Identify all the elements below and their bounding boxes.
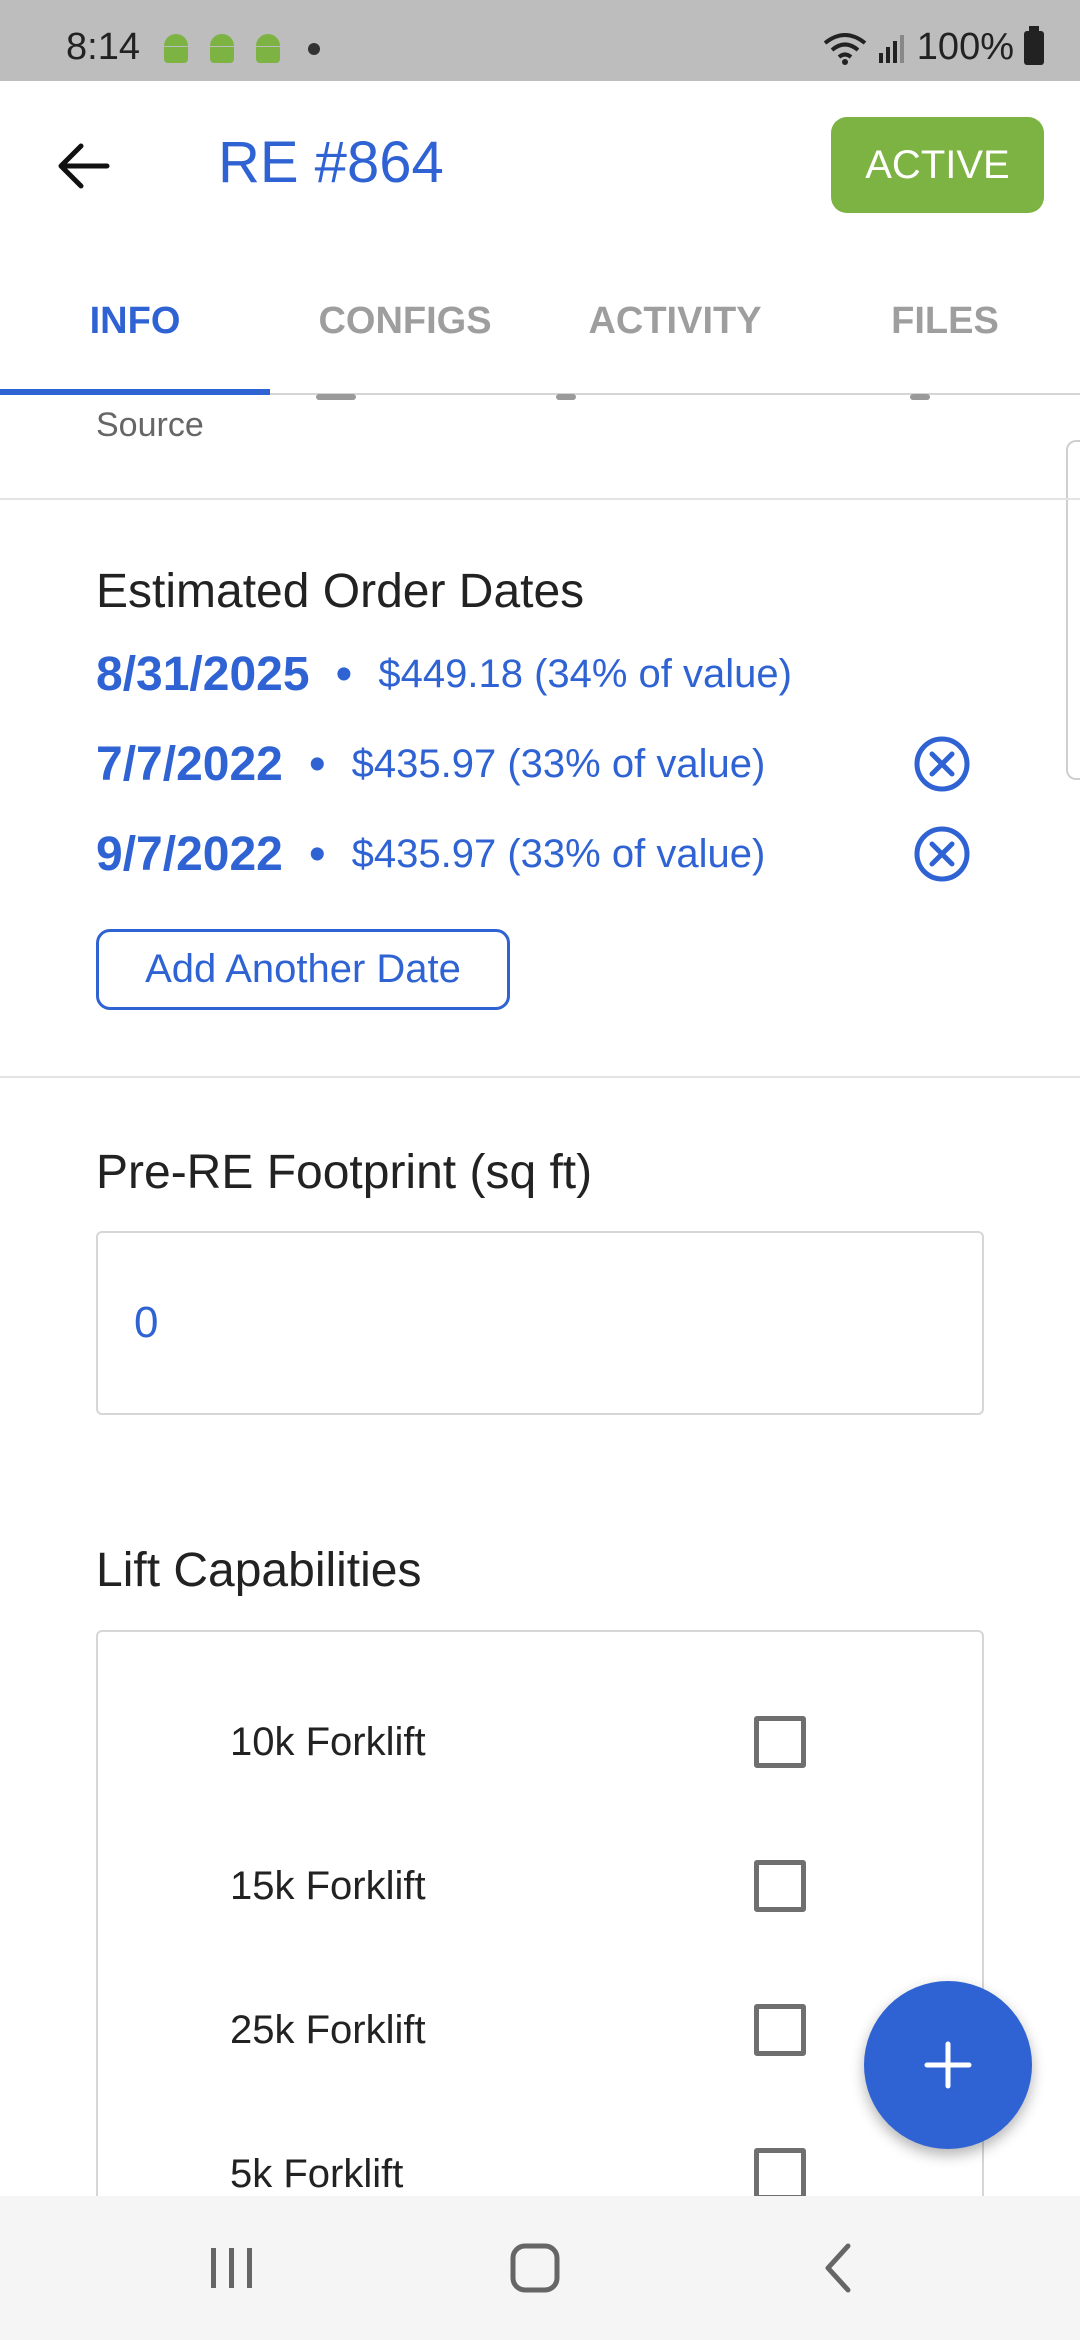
clipped-text <box>556 394 576 400</box>
wifi-icon <box>823 32 867 65</box>
bullet-separator: • <box>308 737 326 791</box>
remove-date-button[interactable] <box>913 735 971 793</box>
android-icon <box>160 34 192 64</box>
notification-icons <box>160 34 320 64</box>
lift-item-label: 10k Forklift <box>230 1720 426 1764</box>
back-button[interactable] <box>48 131 118 201</box>
more-notifications-icon <box>308 43 320 55</box>
lift-capabilities-title: Lift Capabilities <box>96 1544 422 1597</box>
order-date: 8/31/2025 <box>96 647 310 701</box>
status-right: 100% <box>823 25 1044 69</box>
android-update-icon <box>252 34 284 64</box>
list-item[interactable]: 15k Forklift <box>98 1836 982 1936</box>
signal-icon <box>878 34 904 63</box>
list-item[interactable]: 25k Forklift <box>98 1980 982 2080</box>
status-time: 8:14 <box>66 26 140 68</box>
page-title: RE #864 <box>218 130 444 195</box>
tab-activity[interactable]: ACTIVITY <box>540 249 810 393</box>
date-row[interactable]: 9/7/2022 • $435.97 (33% of value) <box>96 819 976 889</box>
list-item[interactable]: 10k Forklift <box>98 1692 982 1792</box>
recent-apps-button[interactable] <box>192 2232 272 2304</box>
recent-apps-icon <box>211 2248 252 2288</box>
lift-checkbox[interactable] <box>754 1716 806 1768</box>
footprint-title: Pre-RE Footprint (sq ft) <box>96 1146 593 1199</box>
add-fab-button[interactable] <box>864 1981 1032 2149</box>
plus-icon <box>924 2041 972 2089</box>
battery-percent: 100% <box>916 26 1014 68</box>
estimated-order-dates-title: Estimated Order Dates <box>96 565 585 618</box>
lift-checkbox[interactable] <box>754 2004 806 2056</box>
bullet-separator: • <box>335 647 353 701</box>
back-icon <box>825 2243 851 2293</box>
lift-checkbox[interactable] <box>754 2148 806 2200</box>
android-icon <box>206 34 238 64</box>
date-row[interactable]: 8/31/2025 • $449.18 (34% of value) <box>96 639 976 709</box>
bullet-separator: • <box>308 827 326 881</box>
tab-info[interactable]: INFO <box>0 249 270 395</box>
clipped-text <box>910 394 930 400</box>
order-date: 7/7/2022 <box>96 737 283 791</box>
arrow-left-icon <box>58 143 110 189</box>
date-row[interactable]: 7/7/2022 • $435.97 (33% of value) <box>96 729 976 799</box>
battery-icon <box>1024 25 1044 65</box>
divider <box>0 498 1080 500</box>
footprint-input[interactable]: 0 <box>96 1231 984 1415</box>
lift-item-label: 15k Forklift <box>230 1864 426 1908</box>
clipped-text <box>316 394 356 400</box>
lift-checkbox[interactable] <box>754 1860 806 1912</box>
lift-item-label: 25k Forklift <box>230 2008 426 2052</box>
source-label: Source <box>96 406 204 444</box>
status-badge[interactable]: ACTIVE <box>831 117 1044 213</box>
app-bar: RE #864 ACTIVE <box>0 81 1080 249</box>
remove-date-button[interactable] <box>913 825 971 883</box>
close-circle-icon <box>914 736 970 792</box>
home-icon <box>510 2243 560 2293</box>
divider <box>0 1076 1080 1078</box>
add-another-date-button[interactable]: Add Another Date <box>96 929 510 1010</box>
lift-item-label: 5k Forklift <box>230 2152 404 2196</box>
order-date: 9/7/2022 <box>96 827 283 881</box>
tab-files[interactable]: FILES <box>810 249 1080 393</box>
close-circle-icon <box>914 826 970 882</box>
home-button[interactable] <box>495 2232 575 2304</box>
navigation-bar <box>0 2196 1080 2340</box>
system-back-button[interactable] <box>798 2232 878 2304</box>
screen: 8:14 100% RE #864 ACTIVE INFO CONFIGS AC… <box>0 0 1080 2340</box>
order-amount: $435.97 (33% of value) <box>351 831 766 876</box>
tab-bar: INFO CONFIGS ACTIVITY FILES <box>0 249 1080 395</box>
order-amount: $449.18 (34% of value) <box>378 651 792 696</box>
status-bar: 8:14 100% <box>0 0 1080 81</box>
order-amount: $435.97 (33% of value) <box>351 741 766 786</box>
scrollbar[interactable] <box>1066 440 1080 780</box>
tab-configs[interactable]: CONFIGS <box>270 249 540 393</box>
